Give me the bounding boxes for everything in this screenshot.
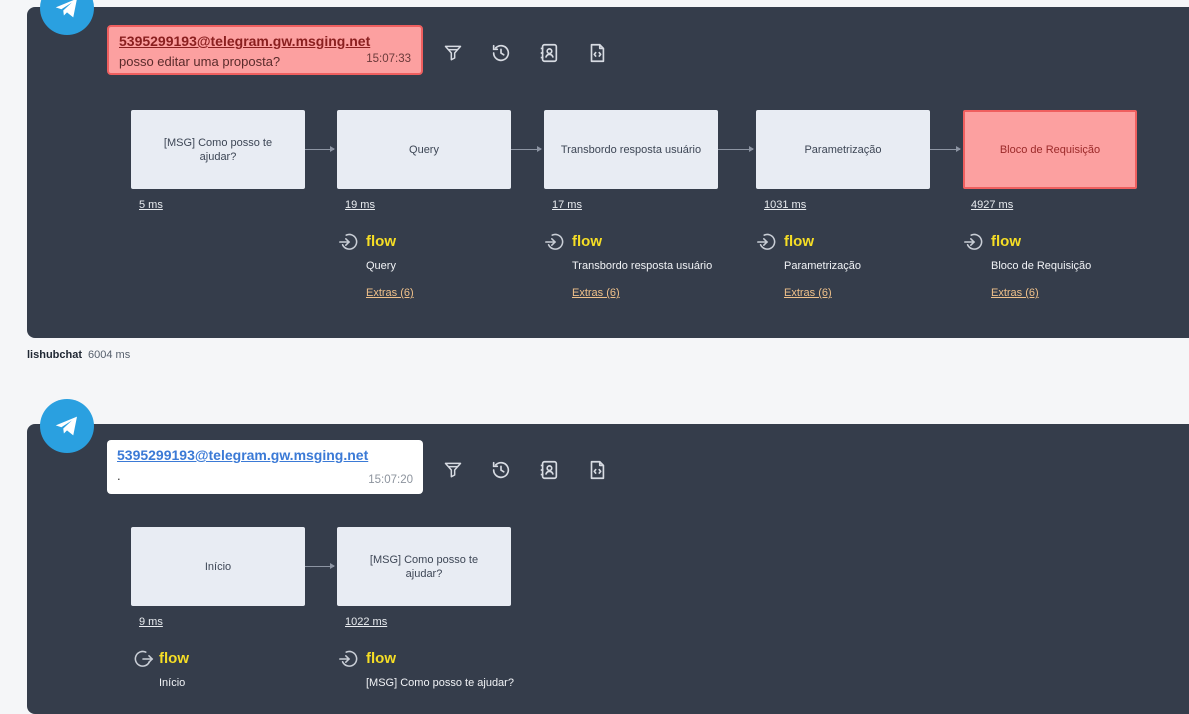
code-file-icon[interactable] <box>585 41 609 65</box>
flow-label: flow <box>366 650 396 667</box>
total-duration: 6004 ms <box>88 349 131 361</box>
flow-enter-icon <box>545 233 564 250</box>
step-duration-link[interactable]: 9 ms <box>139 616 163 628</box>
flow-step-box[interactable]: Query <box>337 110 511 189</box>
flow-step-box-error[interactable]: Bloco de Requisição <box>963 110 1137 189</box>
filter-icon[interactable] <box>441 458 465 482</box>
flow-step-box[interactable]: Transbordo resposta usuário <box>544 110 718 189</box>
history-icon[interactable] <box>489 458 513 482</box>
flow-enter-icon <box>757 233 776 250</box>
toolbar <box>441 458 633 482</box>
step-duration-link[interactable]: 1031 ms <box>764 199 806 211</box>
flow-step-box[interactable]: [MSG] Como posso te ajudar? <box>131 110 305 189</box>
flow-arrow <box>305 563 335 569</box>
session-summary: lishubchat 6004 ms <box>27 349 130 361</box>
extras-link[interactable]: Extras (6) <box>991 287 1039 299</box>
flow-arrow <box>930 146 961 152</box>
message-bubble[interactable]: 5395299193@telegram.gw.msging.net posso … <box>107 25 423 75</box>
filter-icon[interactable] <box>441 41 465 65</box>
flow-name: Parametrização <box>784 260 862 272</box>
message-time: 15:07:33 <box>366 53 411 65</box>
flow-label: flow <box>784 233 814 250</box>
flow-name: [MSG] Como posso te ajudar? <box>366 677 514 689</box>
telegram-icon <box>40 399 94 453</box>
flow-label: flow <box>572 233 602 250</box>
step-duration-link[interactable]: 1022 ms <box>345 616 387 628</box>
flow-enter-icon <box>964 233 983 250</box>
step-duration-link[interactable]: 4927 ms <box>971 199 1013 211</box>
flow-label: flow <box>366 233 396 250</box>
flow-step-box[interactable]: Início <box>131 527 305 606</box>
flow-step-box[interactable]: [MSG] Como posso te ajudar? <box>337 527 511 606</box>
extras-link[interactable]: Extras (6) <box>572 287 620 299</box>
flow-arrow <box>305 146 335 152</box>
flow-enter-icon <box>339 233 358 250</box>
message-time: 15:07:20 <box>368 474 413 486</box>
extras-link[interactable]: Extras (6) <box>784 287 832 299</box>
contact-address-link[interactable]: 5395299193@telegram.gw.msging.net <box>119 33 411 49</box>
history-icon[interactable] <box>489 41 513 65</box>
flow-label: flow <box>991 233 1021 250</box>
flow-step-box[interactable]: Parametrização <box>756 110 930 189</box>
session-panel-2: 5395299193@telegram.gw.msging.net . 15:0… <box>27 424 1189 714</box>
step-duration-link[interactable]: 5 ms <box>139 199 163 211</box>
code-file-icon[interactable] <box>585 458 609 482</box>
flow-name: Início <box>159 677 186 689</box>
flow-name: Bloco de Requisição <box>991 260 1092 272</box>
contact-icon[interactable] <box>537 41 561 65</box>
flow-arrow <box>511 146 542 152</box>
flow-enter-icon <box>339 650 358 667</box>
extras-link[interactable]: Extras (6) <box>366 287 414 299</box>
bot-name: lishubchat <box>27 349 83 361</box>
step-duration-link[interactable]: 17 ms <box>552 199 582 211</box>
step-duration-link[interactable]: 19 ms <box>345 199 375 211</box>
flow-label: flow <box>159 650 189 667</box>
toolbar <box>441 41 633 65</box>
flow-exit-icon <box>134 650 154 667</box>
flow-name: Query <box>366 260 396 272</box>
session-panel-1: 5395299193@telegram.gw.msging.net posso … <box>27 7 1189 338</box>
flow-arrow <box>718 146 754 152</box>
contact-address-link[interactable]: 5395299193@telegram.gw.msging.net <box>117 447 413 463</box>
flow-name: Transbordo resposta usuário <box>572 260 713 272</box>
message-bubble[interactable]: 5395299193@telegram.gw.msging.net . 15:0… <box>107 440 423 494</box>
contact-icon[interactable] <box>537 458 561 482</box>
